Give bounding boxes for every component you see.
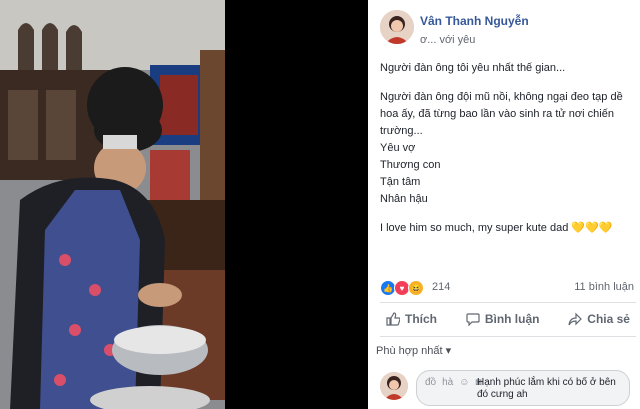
comment-text: Hạnh phúc lắm khi có bố ở bên đó cưng ah: [477, 377, 616, 400]
share-button[interactable]: Chia sẻ: [562, 306, 636, 332]
comment-tool[interactable]: đồ: [425, 377, 436, 388]
divider: [380, 336, 636, 337]
comment-sort-dropdown[interactable]: Phù hợp nhất ▾: [376, 344, 451, 357]
reactions-bar[interactable]: 👍 ♥ 😆 214 11 bình luận: [380, 280, 634, 296]
post-spacer: [380, 208, 630, 220]
author-avatar[interactable]: [380, 10, 414, 44]
comment-tool[interactable]: hà: [442, 377, 453, 388]
comment-button[interactable]: Bình luận: [460, 306, 546, 332]
author-name[interactable]: Vân Thanh Nguyễn: [420, 14, 529, 28]
comments-count[interactable]: 11 bình luận: [574, 281, 634, 293]
reaction-count[interactable]: 214: [432, 281, 450, 293]
share-label: Chia sẻ: [587, 312, 630, 326]
haha-icon: 😆: [408, 280, 424, 296]
post-line: Yêu vợ: [380, 142, 416, 154]
post-line: Người đàn ông tôi yêu nhất thế gian...: [380, 62, 566, 74]
yellow-heart-emoji: 💛💛💛: [571, 222, 613, 234]
post-side-panel: Vân Thanh Nguyễn ơ... với yêu Người đàn …: [368, 0, 640, 409]
post-line: Tận tâm: [380, 176, 421, 188]
post-line-text: I love him so much, my super kute dad: [380, 222, 569, 234]
tagged-with-text[interactable]: ơ... với yêu: [420, 34, 475, 46]
like-button[interactable]: Thích: [380, 306, 443, 332]
post-text: Người đàn ông tôi yêu nhất thế gian... N…: [380, 60, 630, 237]
commenter-avatar[interactable]: [380, 372, 408, 400]
post-line: Nhân hậu: [380, 193, 428, 205]
divider: [380, 302, 636, 303]
comment-label: Bình luận: [484, 312, 540, 326]
like-label: Thích: [405, 312, 437, 326]
post-line: I love him so much, my super kute dad 💛💛…: [380, 220, 630, 237]
thumbs-up-icon: [386, 312, 400, 326]
emoji-icon[interactable]: ☺: [459, 377, 469, 388]
comment-tools: đồ hà ☺ ◙: [425, 377, 482, 388]
photo-viewer-background: [225, 0, 368, 409]
comment-composer: đồ hà ☺ ◙ Hạnh phúc lắm khi có bố ở bên …: [380, 370, 640, 409]
share-icon: [568, 312, 583, 326]
post-spacer: [380, 77, 630, 89]
post-actions: Thích Bình luận Chia sẻ: [380, 306, 636, 332]
reaction-icons: 👍 ♥ 😆: [380, 280, 424, 296]
post-photo[interactable]: [0, 0, 225, 409]
post-line: Thương con: [380, 159, 441, 171]
comment-bubble[interactable]: đồ hà ☺ ◙ Hạnh phúc lắm khi có bố ở bên …: [416, 370, 630, 406]
post-line: Người đàn ông đội mũ nồi, không ngại đeo…: [380, 91, 623, 137]
comment-icon: [466, 313, 480, 326]
